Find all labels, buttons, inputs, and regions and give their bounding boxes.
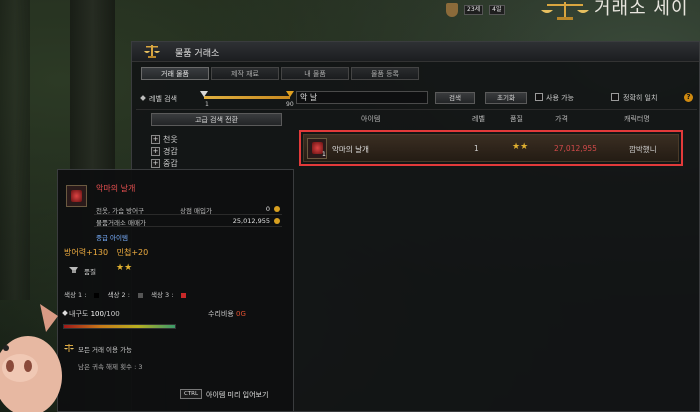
scale-icon [144,45,160,58]
tooltip-quality-stars: ★★ [116,263,133,273]
category-item-cloth[interactable]: + 천옷 [151,134,178,144]
plus-icon: + [151,134,160,144]
tab-crafting-materials[interactable]: 제작 재료 [211,67,279,80]
tooltip-shop-price-label: 상점 매입가 [180,207,212,215]
scale-icon [541,2,589,20]
ctrl-key-hint: CTRL [180,389,202,399]
coin-icon [274,206,280,212]
filter-bar: 레벨 검색 1 90 검색 초기화 사용 가능 정확히 일치 ? [136,86,697,110]
dye-chip [181,292,187,298]
dye-slot-2: 색상 2 : [108,291,143,299]
tab-trade-items[interactable]: 거래 물품 [141,67,209,80]
tooltip-item-name: 악마의 날개 [96,184,136,193]
market-tabs: 거래 물품 제작 재료 내 물품 물품 등록 [141,67,419,80]
item-quantity: 1 [322,151,326,158]
table-row[interactable]: 1 악마의 날개 1 ★★ 27,012,955 깜박했니 [303,134,679,162]
coin-icon [274,218,280,224]
column-header-character[interactable]: 캐릭터명 [624,114,650,124]
level-max-value: 90 [286,101,294,108]
level-slider-track[interactable] [204,96,290,99]
results-table: 아이템 레벨 품질 가격 캐릭터명 1 악마의 날개 1 ★★ 27,012,9… [299,110,695,408]
usable-label: 사용 가능 [546,94,574,102]
tooltip-row: 천옷, 가슴 방어구 상점 매입가 0 [94,203,282,215]
repair-cost: 수리비용 0G [208,310,246,318]
dye-chip [137,292,143,298]
row-item-name: 악마의 날개 [332,145,369,154]
column-header-quality[interactable]: 품질 [510,114,523,124]
tooltip-grade: 중급 아이템 [96,234,128,242]
item-tooltip: 악마의 날개 천옷, 가슴 방어구 상점 매입가 0 물품거래소 매매가 25,… [57,169,294,412]
level-min-value: 1 [205,101,209,108]
tooltip-dyes: 색상 1 : 색상 2 : 색상 3 : [64,289,192,299]
category-label: 천옷 [163,134,178,144]
row-quality-stars: ★★ [512,142,529,152]
tooltip-shop-price: 0 [265,205,270,213]
column-header-price[interactable]: 가격 [555,114,568,124]
tab-register-item[interactable]: 물품 등록 [351,67,419,80]
item-search-input[interactable] [296,91,428,104]
bullet-icon [62,310,68,316]
bullet-icon [140,95,146,101]
plus-icon: + [151,158,160,168]
level-search-label: 레벨 검색 [149,95,177,103]
exact-match-label: 정확히 일치 [623,94,658,102]
hud-stat-b: 4일 [489,5,505,15]
usable-checkbox[interactable] [535,93,543,101]
category-label: 중갑 [163,158,178,168]
reset-button[interactable]: 초기화 [485,92,527,104]
trade-note: 모든 거래 이용 가능 [78,346,133,354]
bind-note: 남은 귀속 해제 횟수 : 3 [78,363,143,371]
durability-current: 100 [90,310,104,318]
level-slider-max-handle[interactable] [286,91,294,97]
tooltip-info-table: 천옷, 가슴 방어구 상점 매입가 0 물품거래소 매매가 25,012,955 [94,203,282,227]
search-button[interactable]: 검색 [435,92,475,104]
level-slider-min-handle[interactable] [200,91,208,97]
plus-icon: + [151,146,160,156]
hud-title: 거래소 세이 [594,0,689,19]
dye-chip [94,292,100,298]
hud-stats: 23세 4일 [446,0,505,20]
preview-try-on-hint: 아이템 미리 입어보기 [206,391,269,399]
tooltip-quality-label: 품질 [84,268,96,276]
dye-slot-1: 색상 1 : [64,291,100,299]
column-header-level[interactable]: 레벨 [472,114,485,124]
row-price: 27,012,955 [554,144,597,153]
anvil-icon [69,267,78,273]
dye-slot-3: 색상 3 : [151,291,187,299]
column-header-item[interactable]: 아이템 [361,114,380,124]
market-title: 물품 거래소 [175,49,220,59]
tab-my-items[interactable]: 내 물품 [281,67,349,80]
help-icon[interactable]: ? [684,93,693,102]
gem-item-icon [66,185,87,207]
tooltip-stats: 방어력+130 민첩+20 [64,247,154,258]
durability-label: 내구도 100/100 [69,310,120,318]
repair-cost-value: 0G [236,310,246,318]
category-label: 경갑 [163,146,178,156]
tooltip-row: 물품거래소 매매가 25,012,955 [94,215,282,227]
category-item-light-armor[interactable]: + 경갑 [151,146,178,156]
exact-match-checkbox[interactable] [611,93,619,101]
durability-max: /100 [103,310,120,318]
pig-mascot [0,304,62,412]
tree-trunk [0,0,30,300]
durability-bar [63,324,176,329]
stat-agility: 민첩+20 [116,248,149,257]
category-item-heavy-armor[interactable]: + 중갑 [151,158,178,168]
gem-item-icon: 1 [307,138,327,159]
market-titlebar[interactable]: 물품 거래소 [132,42,699,62]
tooltip-market-price-label: 물품거래소 매매가 [96,219,146,227]
row-character-name: 깜박했니 [629,145,657,154]
scale-icon [64,344,74,352]
guild-emblem-icon [446,3,458,17]
tooltip-type: 천옷, 가슴 방어구 [96,207,145,215]
hud-stat-a: 23세 [464,5,484,15]
advanced-search-toggle-button[interactable]: 고급 검색 전환 [151,113,282,126]
tooltip-market-price: 25,012,955 [232,217,270,225]
row-level: 1 [474,144,479,153]
stat-defense: 방어력+130 [64,248,109,257]
